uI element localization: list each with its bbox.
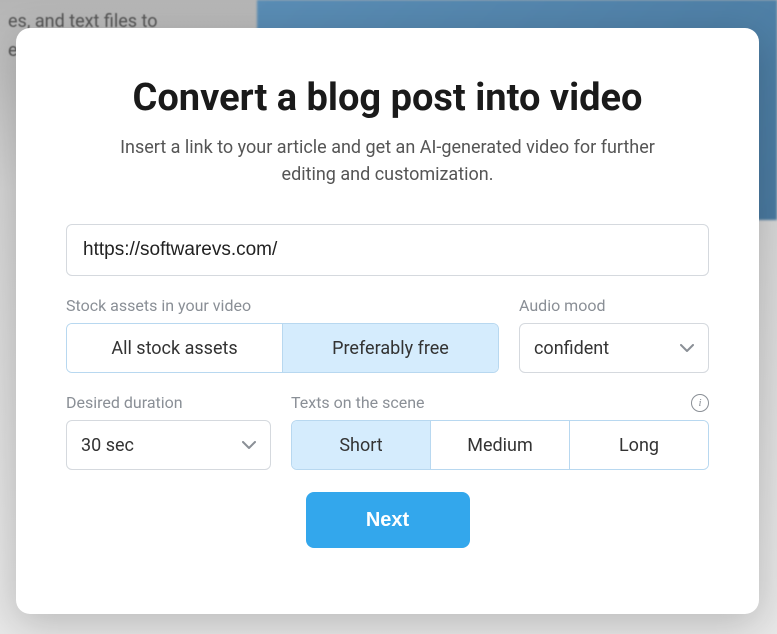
duration-field: Desired duration 30 sec xyxy=(66,393,271,470)
duration-select[interactable]: 30 sec xyxy=(66,420,271,470)
convert-blog-modal: Convert a blog post into video Insert a … xyxy=(16,28,759,614)
stock-assets-segmented: All stock assets Preferably free xyxy=(66,323,499,373)
article-url-input[interactable] xyxy=(66,224,709,276)
duration-label: Desired duration xyxy=(66,393,271,412)
texts-scene-label: Texts on the scene xyxy=(291,393,425,412)
stock-assets-label: Stock assets in your video xyxy=(66,296,499,315)
stock-option-all[interactable]: All stock assets xyxy=(67,324,283,372)
audio-mood-value: confident xyxy=(534,338,609,359)
modal-title: Convert a blog post into video xyxy=(66,76,709,120)
texts-scene-field: Texts on the scene i Short Medium Long xyxy=(291,393,709,470)
texts-option-medium[interactable]: Medium xyxy=(431,421,570,469)
info-icon[interactable]: i xyxy=(691,394,709,412)
modal-subtitle: Insert a link to your article and get an… xyxy=(66,134,709,188)
texts-scene-segmented: Short Medium Long xyxy=(291,420,709,470)
audio-mood-select[interactable]: confident xyxy=(519,323,709,373)
stock-assets-field: Stock assets in your video All stock ass… xyxy=(66,296,499,373)
audio-mood-field: Audio mood confident xyxy=(519,296,709,373)
chevron-down-icon xyxy=(680,341,694,355)
audio-mood-label: Audio mood xyxy=(519,296,709,315)
texts-option-short[interactable]: Short xyxy=(292,421,431,469)
texts-option-long[interactable]: Long xyxy=(570,421,708,469)
chevron-down-icon xyxy=(242,438,256,452)
duration-value: 30 sec xyxy=(81,435,134,456)
next-button[interactable]: Next xyxy=(306,492,470,548)
stock-option-free[interactable]: Preferably free xyxy=(283,324,498,372)
